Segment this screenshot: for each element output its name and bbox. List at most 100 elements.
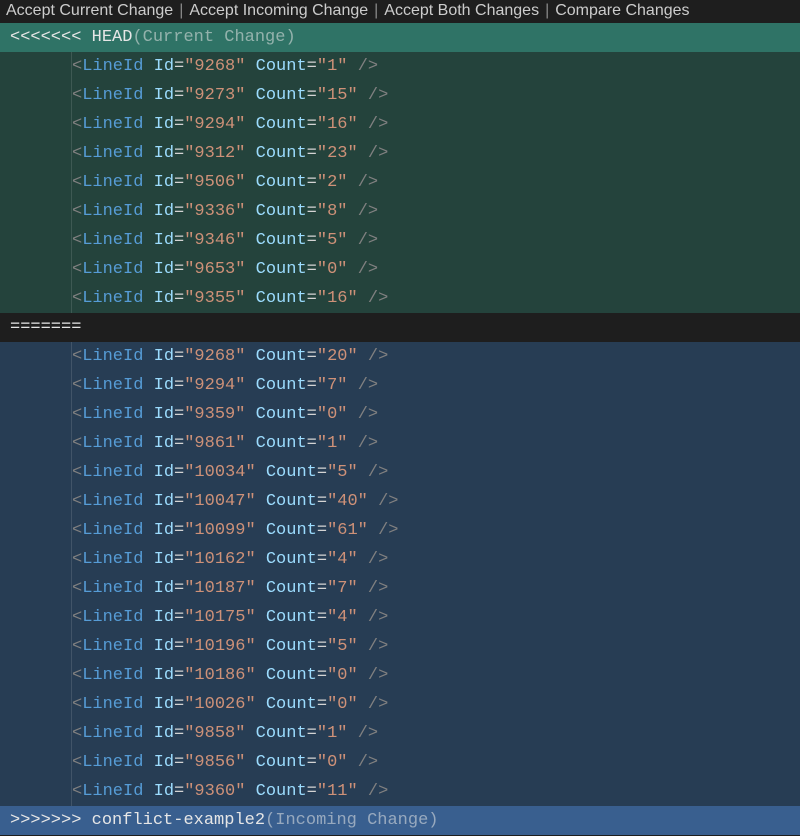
xml-lineid-element: <LineId Id="10196" Count="5" /> [72,637,388,656]
conflict-head-marker-line: <<<<<<< HEAD (Current Change) [0,23,800,52]
merge-conflict-editor[interactable]: <<<<<<< HEAD (Current Change)<LineId Id=… [0,23,800,835]
xml-id-value: "9355" [184,289,245,308]
xml-lineid-element: <LineId Id="9359" Count="0" /> [72,405,378,424]
xml-attr-count: Count [256,231,307,250]
accept-both-changes-link[interactable]: Accept Both Changes [384,2,539,20]
xml-id-value: "10026" [184,695,255,714]
xml-self-close: /> [368,608,388,627]
xml-equals: = [307,753,317,772]
xml-lineid-element: <LineId Id="9268" Count="1" /> [72,57,378,76]
xml-count-value: "11" [317,782,358,801]
xml-tag-name: LineId [82,637,143,656]
xml-equals: = [174,463,184,482]
xml-equals: = [174,724,184,743]
xml-equals: = [174,86,184,105]
xml-lineid-element: <LineId Id="9506" Count="2" /> [72,173,378,192]
xml-attr-id: Id [154,579,174,598]
current-change-line: <LineId Id="9268" Count="1" /> [0,52,800,81]
xml-attr-id: Id [154,666,174,685]
xml-tag-name: LineId [82,173,143,192]
xml-open-bracket: < [72,463,82,482]
xml-count-value: "0" [317,405,348,424]
xml-tag-name: LineId [82,579,143,598]
xml-equals: = [174,782,184,801]
xml-equals: = [317,695,327,714]
xml-id-value: "9294" [184,376,245,395]
xml-self-close: /> [368,144,388,163]
xml-attr-id: Id [154,231,174,250]
xml-id-value: "10047" [184,492,255,511]
xml-attr-id: Id [154,289,174,308]
xml-attr-id: Id [154,202,174,221]
xml-id-value: "9336" [184,202,245,221]
incoming-change-line: <LineId Id="10175" Count="4" /> [0,603,800,632]
current-change-line: <LineId Id="9653" Count="0" /> [0,255,800,284]
xml-open-bracket: < [72,347,82,366]
xml-attr-count: Count [266,666,317,685]
conflict-tail-marker-line: >>>>>>> conflict-example2 (Incoming Chan… [0,806,800,835]
incoming-change-line: <LineId Id="10162" Count="4" /> [0,545,800,574]
incoming-change-line: <LineId Id="9858" Count="1" /> [0,719,800,748]
xml-count-value: "16" [317,115,358,134]
xml-count-value: "1" [317,57,348,76]
xml-id-value: "9359" [184,405,245,424]
xml-lineid-element: <LineId Id="10186" Count="0" /> [72,666,388,685]
xml-attr-id: Id [154,434,174,453]
xml-open-bracket: < [72,666,82,685]
xml-lineid-element: <LineId Id="10026" Count="0" /> [72,695,388,714]
xml-open-bracket: < [72,57,82,76]
xml-attr-id: Id [154,782,174,801]
xml-count-value: "0" [327,666,358,685]
xml-tag-name: LineId [82,695,143,714]
xml-self-close: /> [358,202,378,221]
incoming-change-line: <LineId Id="9294" Count="7" /> [0,371,800,400]
xml-attr-count: Count [256,260,307,279]
xml-lineid-element: <LineId Id="9294" Count="16" /> [72,115,388,134]
xml-equals: = [307,144,317,163]
xml-equals: = [317,550,327,569]
xml-attr-id: Id [154,144,174,163]
xml-equals: = [317,637,327,656]
xml-attr-count: Count [256,724,307,743]
xml-attr-id: Id [154,753,174,772]
xml-tag-name: LineId [82,86,143,105]
xml-self-close: /> [358,173,378,192]
xml-count-value: "8" [317,202,348,221]
xml-open-bracket: < [72,115,82,134]
incoming-change-line: <LineId Id="10196" Count="5" /> [0,632,800,661]
xml-count-value: "5" [327,463,358,482]
xml-count-value: "7" [317,376,348,395]
xml-count-value: "1" [317,724,348,743]
xml-open-bracket: < [72,753,82,772]
xml-equals: = [174,202,184,221]
xml-equals: = [174,173,184,192]
xml-tag-name: LineId [82,289,143,308]
xml-attr-count: Count [256,144,307,163]
separator-marker: ======= [10,318,81,337]
xml-equals: = [307,289,317,308]
incoming-change-line: <LineId Id="9360" Count="11" /> [0,777,800,806]
accept-current-change-link[interactable]: Accept Current Change [6,2,173,20]
xml-lineid-element: <LineId Id="9268" Count="20" /> [72,347,388,366]
xml-open-bracket: < [72,86,82,105]
xml-self-close: /> [358,260,378,279]
xml-attr-count: Count [266,550,317,569]
xml-id-value: "9856" [184,753,245,772]
xml-attr-id: Id [154,173,174,192]
xml-tag-name: LineId [82,144,143,163]
xml-self-close: /> [368,115,388,134]
xml-lineid-element: <LineId Id="9294" Count="7" /> [72,376,378,395]
xml-lineid-element: <LineId Id="10187" Count="7" /> [72,579,388,598]
xml-equals: = [174,666,184,685]
compare-changes-link[interactable]: Compare Changes [555,2,689,20]
xml-id-value: "9294" [184,115,245,134]
tail-marker: >>>>>>> [10,811,92,830]
xml-attr-id: Id [154,492,174,511]
xml-equals: = [174,115,184,134]
accept-incoming-change-link[interactable]: Accept Incoming Change [189,2,368,20]
xml-lineid-element: <LineId Id="9653" Count="0" /> [72,260,378,279]
head-branch-name: HEAD [92,28,133,47]
xml-open-bracket: < [72,289,82,308]
xml-equals: = [307,115,317,134]
xml-equals: = [307,405,317,424]
